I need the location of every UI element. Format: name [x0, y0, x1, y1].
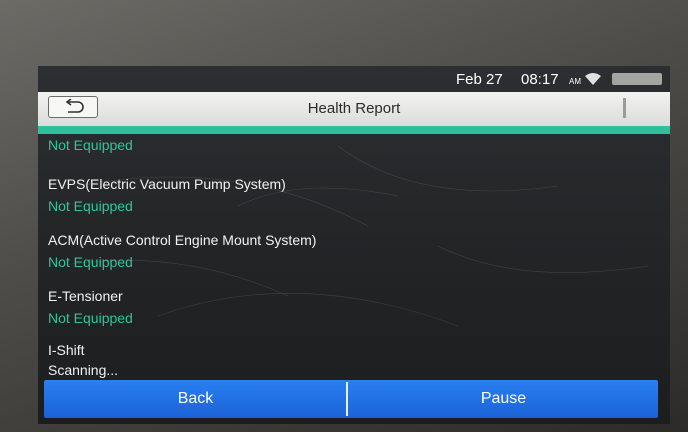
title-bar: Health Report	[38, 92, 670, 126]
list-item[interactable]: E-Tensioner Not Equipped	[48, 287, 133, 327]
item-name: ACM(Active Control Engine Mount System)	[48, 232, 317, 248]
bottom-action-bar: Back Pause	[44, 380, 658, 418]
title-mark	[623, 98, 626, 118]
item-name: I-Shift	[48, 342, 85, 358]
item-name: EVPS(Electric Vacuum Pump System)	[48, 176, 286, 192]
list-item[interactable]: EVPS(Electric Vacuum Pump System) Not Eq…	[48, 175, 286, 215]
list-item[interactable]: Not Equipped	[48, 134, 133, 154]
device-frame: Feb 27 08:17 AM Health Report Not Equipp…	[0, 0, 688, 432]
wifi-icon	[585, 73, 601, 85]
back-button[interactable]: Back	[44, 380, 347, 418]
battery-icon	[612, 73, 662, 85]
item-name: E-Tensioner	[48, 288, 123, 304]
list-item[interactable]: ACM(Active Control Engine Mount System) …	[48, 231, 316, 271]
status-bar: Feb 27 08:17 AM	[38, 66, 670, 92]
item-status: Not Equipped	[48, 198, 133, 214]
status-ampm: AM	[569, 77, 581, 86]
title-underline	[38, 126, 670, 134]
bottom-divider	[346, 382, 348, 416]
status-date: Feb 27	[456, 71, 503, 88]
page-title: Health Report	[307, 100, 401, 117]
report-list[interactable]: Not Equipped EVPS(Electric Vacuum Pump S…	[38, 134, 670, 378]
item-status: Not Equipped	[48, 310, 133, 326]
item-status: Not Equipped	[48, 254, 133, 270]
item-status: Not Equipped	[48, 137, 133, 153]
item-status: Scanning...	[48, 362, 119, 378]
status-time: 08:17	[521, 71, 559, 88]
pause-button[interactable]: Pause	[349, 380, 658, 418]
list-item[interactable]: I-Shift Scanning...	[48, 341, 118, 378]
screen: Feb 27 08:17 AM Health Report Not Equipp…	[38, 66, 670, 424]
